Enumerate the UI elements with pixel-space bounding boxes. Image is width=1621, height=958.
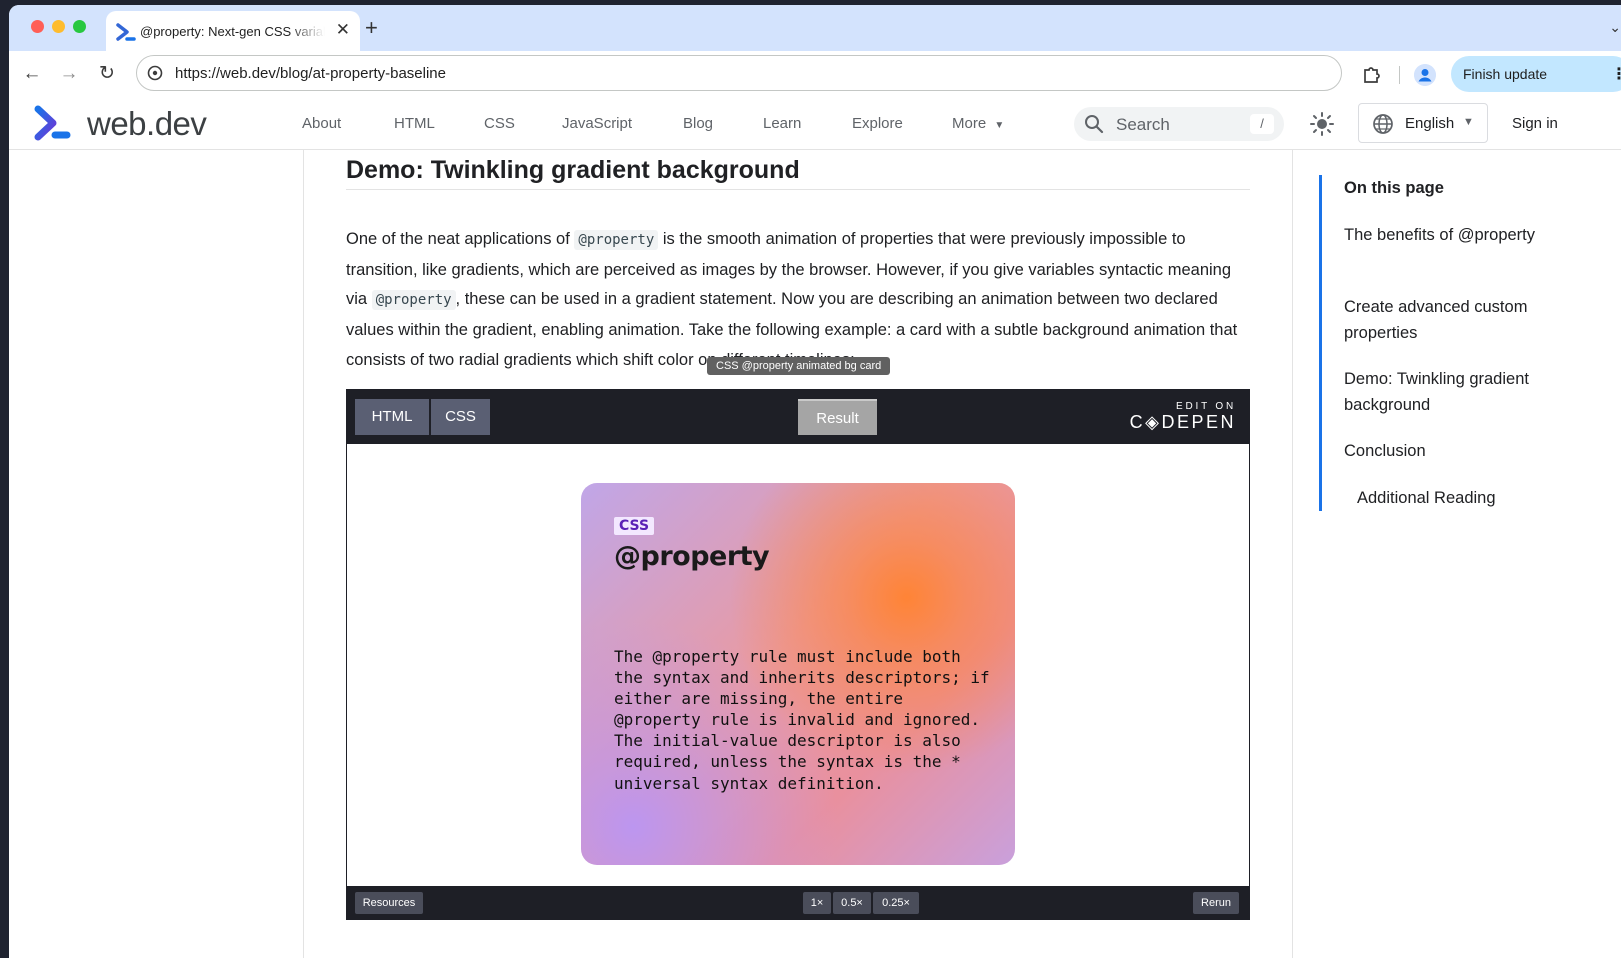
address-bar[interactable]: https://web.dev/blog/at-property-baselin… — [136, 55, 1342, 91]
resources-button[interactable]: Resources — [355, 892, 423, 914]
zoom-1x-button[interactable]: 1× — [803, 892, 831, 914]
back-arrow-icon[interactable]: ← — [19, 62, 45, 86]
codepen-header: HTML CSS Result EDIT ON C◈DEPEN — [347, 390, 1249, 444]
nav-css[interactable]: CSS — [484, 115, 515, 132]
heading-divider — [346, 189, 1250, 190]
codepen-footer: Resources 1× 0.5× 0.25× Rerun — [347, 886, 1249, 919]
tab-title: @property: Next-gen CSS variables — [140, 24, 325, 39]
browser-window: @property: Next-gen CSS variables ✕ + ⌄ … — [9, 5, 1621, 958]
search-icon — [1085, 115, 1104, 134]
maximize-window-button[interactable] — [73, 20, 86, 33]
site-header: web.dev About HTML CSS JavaScript Blog L… — [9, 97, 1621, 150]
site-info-icon[interactable] — [147, 65, 163, 81]
globe-icon — [1373, 114, 1393, 134]
search-input[interactable]: Search — [1116, 115, 1170, 135]
search-shortcut-key: / — [1250, 114, 1274, 134]
nav-html[interactable]: HTML — [394, 115, 435, 132]
inline-code: @property — [371, 290, 456, 311]
demo-gradient-card: CSS @property The @property rule must in… — [581, 483, 1015, 865]
codepen-embed: HTML CSS Result EDIT ON C◈DEPEN CSS @pro… — [346, 389, 1250, 920]
toc-item-advanced-properties[interactable]: Create advanced custom properties — [1344, 294, 1559, 346]
light-mode-sun-icon[interactable] — [1309, 111, 1335, 137]
nav-javascript[interactable]: JavaScript — [562, 115, 632, 132]
site-logo-text[interactable]: web.dev — [87, 105, 207, 143]
toc-title: On this page — [1344, 179, 1444, 197]
zoom-half-button[interactable]: 0.5× — [833, 892, 871, 914]
article-paragraph: One of the neat applications of @propert… — [346, 225, 1251, 376]
section-heading: Demo: Twinkling gradient background — [346, 156, 800, 184]
toc-item-twinkling-demo[interactable]: Demo: Twinkling gradient background — [1344, 366, 1559, 418]
site-search[interactable]: Search / — [1074, 107, 1284, 141]
toc-item-additional-reading[interactable]: Additional Reading — [1357, 485, 1572, 511]
codepen-tab-result[interactable]: Result — [798, 399, 877, 435]
embed-tooltip: CSS @property animated bg card — [707, 357, 891, 375]
nav-explore[interactable]: Explore — [852, 115, 903, 132]
codepen-tab-css[interactable]: CSS — [431, 399, 490, 435]
profile-avatar-icon[interactable] — [1414, 64, 1436, 86]
toc-active-rail — [1319, 175, 1322, 511]
sign-in-link[interactable]: Sign in — [1512, 115, 1558, 132]
nav-blog[interactable]: Blog — [683, 115, 713, 132]
forward-arrow-icon[interactable]: → — [56, 62, 82, 86]
finish-update-label: Finish update — [1463, 66, 1548, 82]
nav-learn[interactable]: Learn — [763, 115, 801, 132]
card-css-badge: CSS — [614, 517, 655, 535]
rerun-button[interactable]: Rerun — [1193, 892, 1239, 914]
card-body-text: The @property rule must include both the… — [614, 647, 1000, 793]
nav-more-label: More — [952, 115, 987, 132]
caret-down-icon: ▼ — [1463, 116, 1474, 128]
tab-strip: @property: Next-gen CSS variables ✕ + ⌄ — [9, 5, 1621, 51]
language-label: English — [1405, 115, 1455, 132]
tab-search-icon[interactable]: ⌄ — [1609, 19, 1621, 36]
browser-tab-active[interactable]: @property: Next-gen CSS variables ✕ — [106, 11, 360, 51]
toc-item-conclusion[interactable]: Conclusion — [1344, 438, 1559, 464]
webdev-favicon-icon — [116, 23, 136, 41]
close-tab-icon[interactable]: ✕ — [336, 21, 350, 39]
close-window-button[interactable] — [31, 20, 44, 33]
reload-icon[interactable]: ↻ — [94, 62, 120, 86]
left-sidebar-divider — [303, 150, 304, 958]
nav-more[interactable]: More ▼ — [952, 115, 1004, 132]
edit-on-codepen-link[interactable]: EDIT ON C◈DEPEN — [1126, 401, 1236, 433]
more-vert-icon[interactable]: ⋮ — [1611, 64, 1621, 84]
toolbar-divider — [1399, 66, 1400, 84]
inline-code: @property — [574, 230, 659, 250]
new-tab-button[interactable]: + — [365, 17, 378, 39]
codepen-logo-text: C◈DEPEN — [1129, 412, 1236, 432]
language-selector[interactable]: English ▼ — [1358, 103, 1488, 143]
url-text[interactable]: https://web.dev/blog/at-property-baselin… — [175, 65, 446, 82]
codepen-tab-html[interactable]: HTML — [355, 399, 429, 435]
minimize-window-button[interactable] — [52, 20, 65, 33]
extensions-puzzle-icon[interactable] — [1361, 65, 1381, 85]
card-title: @property — [614, 541, 770, 572]
caret-down-icon: ▼ — [994, 120, 1005, 131]
nav-about[interactable]: About — [302, 115, 341, 132]
zoom-quarter-button[interactable]: 0.25× — [873, 892, 919, 914]
right-sidebar-divider — [1292, 150, 1293, 958]
finish-update-button[interactable]: Finish update ⋮ — [1451, 56, 1621, 92]
webdev-logo-icon[interactable] — [33, 105, 73, 141]
para-text: One of the neat applications of — [346, 230, 575, 248]
toc-item-benefits[interactable]: The benefits of @property — [1344, 222, 1559, 248]
edit-on-label: EDIT ON — [1176, 401, 1236, 412]
browser-toolbar: ← → ↻ https://web.dev/blog/at-property-b… — [9, 51, 1621, 97]
